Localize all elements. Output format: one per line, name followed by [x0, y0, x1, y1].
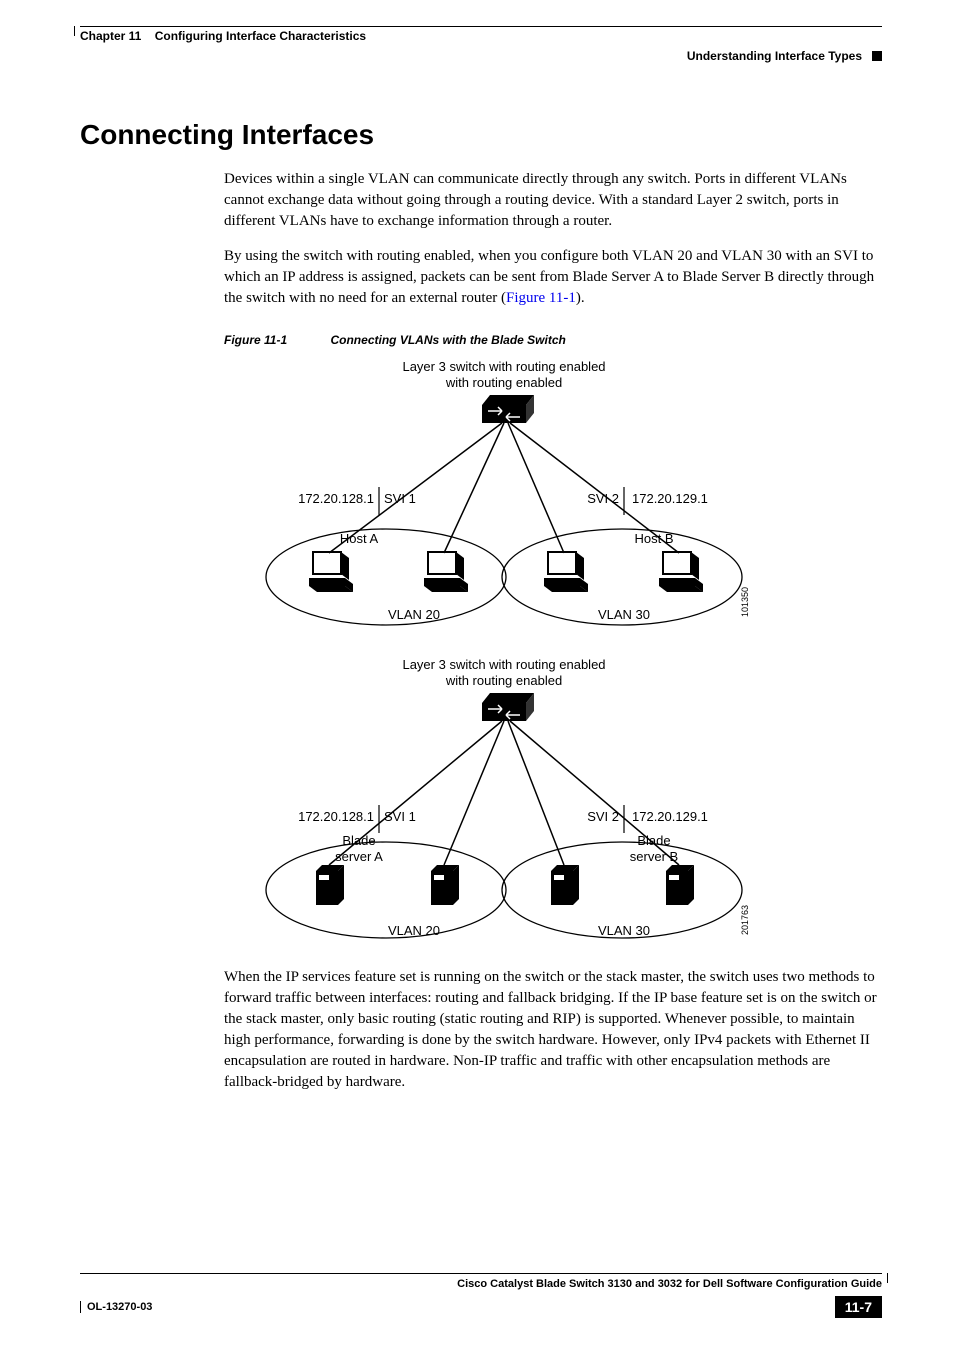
- document-page: Chapter 11 Configuring Interface Charact…: [0, 0, 954, 1348]
- chapter-title: Configuring Interface Characteristics: [155, 29, 366, 43]
- chapter-label: Chapter 11: [80, 29, 141, 43]
- computer-icon: [544, 552, 588, 592]
- footer-bar: OL-13270-03 11-7: [80, 1296, 882, 1318]
- d1-vlan20: VLAN 20: [388, 607, 440, 622]
- server-icon: [431, 865, 459, 905]
- d2-svi1: SVI 1: [384, 809, 416, 824]
- footer-book-title: Cisco Catalyst Blade Switch 3130 and 303…: [80, 1278, 882, 1290]
- d2-vlan20: VLAN 20: [388, 923, 440, 938]
- d1-hosta: Host A: [340, 531, 379, 546]
- d2-image-id: 201763: [740, 905, 750, 935]
- computer-icon: [424, 552, 468, 592]
- figure-link[interactable]: Figure 11-1: [506, 290, 576, 306]
- footer-doc-id: OL-13270-03: [80, 1301, 152, 1313]
- paragraph-1: Devices within a single VLAN can communi…: [224, 169, 882, 232]
- d1-ip2: 172.20.129.1: [632, 491, 708, 506]
- page-number: 11-7: [835, 1296, 882, 1318]
- figure-title: Connecting VLANs with the Blade Switch: [330, 333, 565, 347]
- d1-image-id: 101350: [740, 587, 750, 617]
- d2-ip2: 172.20.129.1: [632, 809, 708, 824]
- d1-hostb: Host B: [634, 531, 673, 546]
- d2-vlan30: VLAN 30: [598, 923, 650, 938]
- header-marker-icon: [872, 51, 882, 61]
- d1-ip1: 172.20.128.1: [298, 491, 374, 506]
- header-rule: [80, 26, 882, 27]
- d2-svi2: SVI 2: [587, 809, 619, 824]
- paragraph-2: By using the switch with routing enabled…: [224, 246, 882, 309]
- computer-icon: [309, 552, 353, 592]
- d2-title-line2: with routing enabled: [445, 673, 562, 688]
- server-icon: [551, 865, 579, 905]
- computer-icon: [659, 552, 703, 592]
- d1-title-line1: Layer 3 switch with routing enabled: [402, 359, 605, 374]
- switch-icon: [482, 693, 534, 721]
- section-breadcrumb: Understanding Interface Types: [687, 49, 862, 63]
- d1-svi2: SVI 2: [587, 491, 619, 506]
- figure-caption: Figure 11-1 Connecting VLANs with the Bl…: [224, 333, 882, 347]
- server-icon: [666, 865, 694, 905]
- section-breadcrumb-row: Understanding Interface Types: [80, 49, 882, 63]
- d1-title-line2: with routing enabled: [445, 375, 562, 390]
- d2-blade-a-2: server A: [335, 849, 383, 864]
- d2-blade-a-1: Blade: [342, 833, 375, 848]
- d1-vlan30: VLAN 30: [598, 607, 650, 622]
- d2-title-line1: Layer 3 switch with routing enabled: [402, 657, 605, 672]
- footer-rule: [80, 1273, 882, 1274]
- figure-diagram-1: Layer 3 switch with routing enabled with…: [224, 357, 882, 637]
- body-text-block-2: When the IP services feature set is runn…: [224, 967, 882, 1093]
- paragraph-3: When the IP services feature set is runn…: [224, 967, 882, 1093]
- figure-number: Figure 11-1: [224, 333, 287, 347]
- switch-icon: [482, 395, 534, 423]
- d2-ip1: 172.20.128.1: [298, 809, 374, 824]
- figure-diagram-2: Layer 3 switch with routing enabled with…: [224, 655, 882, 955]
- d1-svi1: SVI 1: [384, 491, 416, 506]
- chapter-line: Chapter 11 Configuring Interface Charact…: [80, 29, 882, 43]
- server-icon: [316, 865, 344, 905]
- d2-blade-b-2: server B: [630, 849, 678, 864]
- body-text-block-1: Devices within a single VLAN can communi…: [224, 169, 882, 309]
- section-title: Connecting Interfaces: [80, 119, 882, 151]
